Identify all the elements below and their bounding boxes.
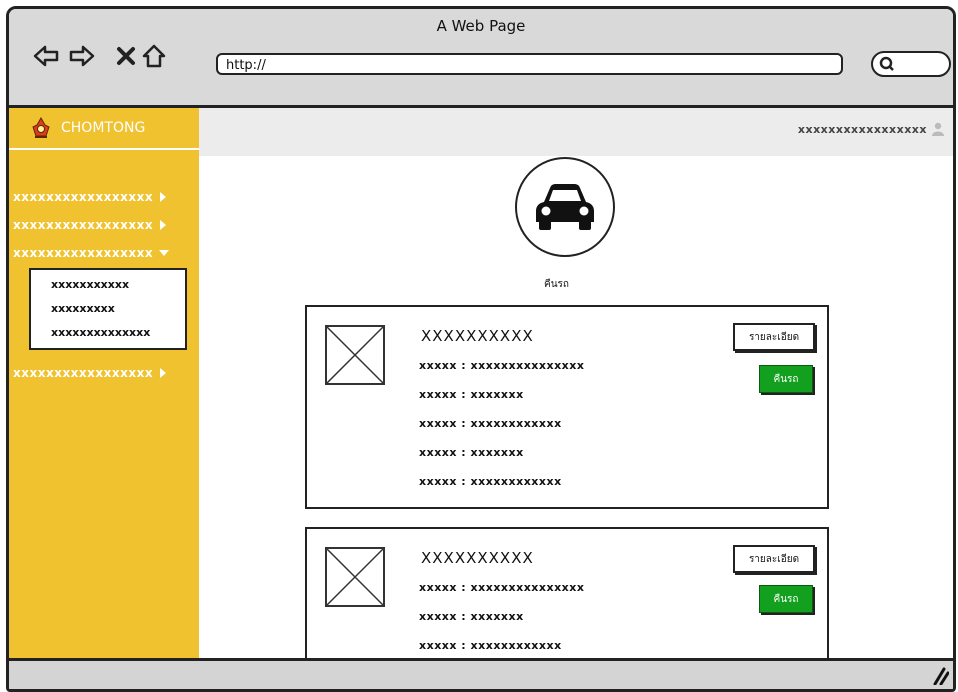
card-field: xxxxx : xxxxxxx [419,446,524,459]
vehicle-card: XXXXXXXXXX xxxxx : xxxxxxxxxxxxxxx xxxxx… [305,305,829,509]
user-icon [932,122,944,136]
sidebar-item-label: xxxxxxxxxxxxxxxxx [13,246,154,260]
car-icon-circle [515,157,615,257]
caret-right-icon [160,192,167,202]
user-name: xxxxxxxxxxxxxxxxx [797,122,927,136]
card-field: xxxxx : xxxxxxxxxxxxxxx [419,359,585,372]
sidebar-submenu: xxxxxxxxxxx xxxxxxxxx xxxxxxxxxxxxxx [29,268,187,350]
brand[interactable]: CHOMTONG [9,108,199,150]
caret-right-icon [160,220,167,230]
back-arrow-icon[interactable] [33,43,59,69]
card-field: xxxxx : xxxxxxxxxxxx [419,417,562,430]
card-title: XXXXXXXXXX [421,327,534,345]
submenu-item[interactable]: xxxxxxxxxxx [51,278,129,291]
image-placeholder-icon [325,325,385,385]
sidebar-item-4[interactable]: xxxxxxxxxxxxxxxxx [13,362,167,384]
sidebar-item-label: xxxxxxxxxxxxxxxxx [13,190,154,204]
search-icon [879,56,894,71]
sidebar-item-3[interactable]: xxxxxxxxxxxxxxxxx [13,242,170,264]
card-field: xxxxx : xxxxxxxxxxxxxxx [419,581,585,594]
status-bar [9,658,953,689]
caret-right-icon [160,368,167,378]
card-field: xxxxx : xxxxxxxxxxxx [419,475,562,488]
return-car-button[interactable]: คืนรถ [759,585,813,613]
sidebar-item-label: xxxxxxxxxxxxxxxxx [13,218,154,232]
sidebar-item-label: xxxxxxxxxxxxxxxxx [13,366,154,380]
browser-window: A Web Page http:// CHOMTONG xxxxxxxxxxxx… [6,6,956,692]
card-field: xxxxx : xxxxxxxxxxxx [419,639,562,652]
car-icon [536,184,594,230]
card-title: XXXXXXXXXX [421,549,534,567]
vehicle-card: XXXXXXXXXX xxxxx : xxxxxxxxxxxxxxx xxxxx… [305,527,829,667]
card-field: xxxxx : xxxxxxx [419,610,524,623]
sidebar-item-1[interactable]: xxxxxxxxxxxxxxxxx [13,186,167,208]
address-bar[interactable]: http:// [216,53,843,75]
brand-name: CHOMTONG [61,120,146,136]
submenu-item[interactable]: xxxxxxxxxxxxxx [51,326,150,339]
forward-arrow-icon[interactable] [69,43,95,69]
card-field: xxxxx : xxxxxxx [419,388,524,401]
return-car-button[interactable]: คืนรถ [759,365,813,393]
home-icon[interactable] [141,43,167,69]
stop-icon[interactable] [113,43,139,69]
image-placeholder-icon [325,547,385,607]
top-bar: xxxxxxxxxxxxxxxxx [199,108,953,156]
detail-button[interactable]: รายละเอียด [733,323,815,351]
sidebar-item-2[interactable]: xxxxxxxxxxxxxxxxx [13,214,167,236]
sidebar: CHOMTONG xxxxxxxxxxxxxxxxx xxxxxxxxxxxxx… [9,108,199,658]
page-heading: คืนรถ [544,279,569,290]
submenu-item[interactable]: xxxxxxxxx [51,302,115,315]
browser-chrome: A Web Page http:// [9,9,953,108]
window-title: A Web Page [436,17,526,35]
caret-down-icon [159,250,170,256]
detail-button[interactable]: รายละเอียด [733,545,815,573]
user-menu[interactable]: xxxxxxxxxxxxxxxxx [798,122,945,136]
search-field[interactable] [871,51,951,77]
logo-icon [32,117,50,138]
resize-handle-icon[interactable] [929,667,949,685]
